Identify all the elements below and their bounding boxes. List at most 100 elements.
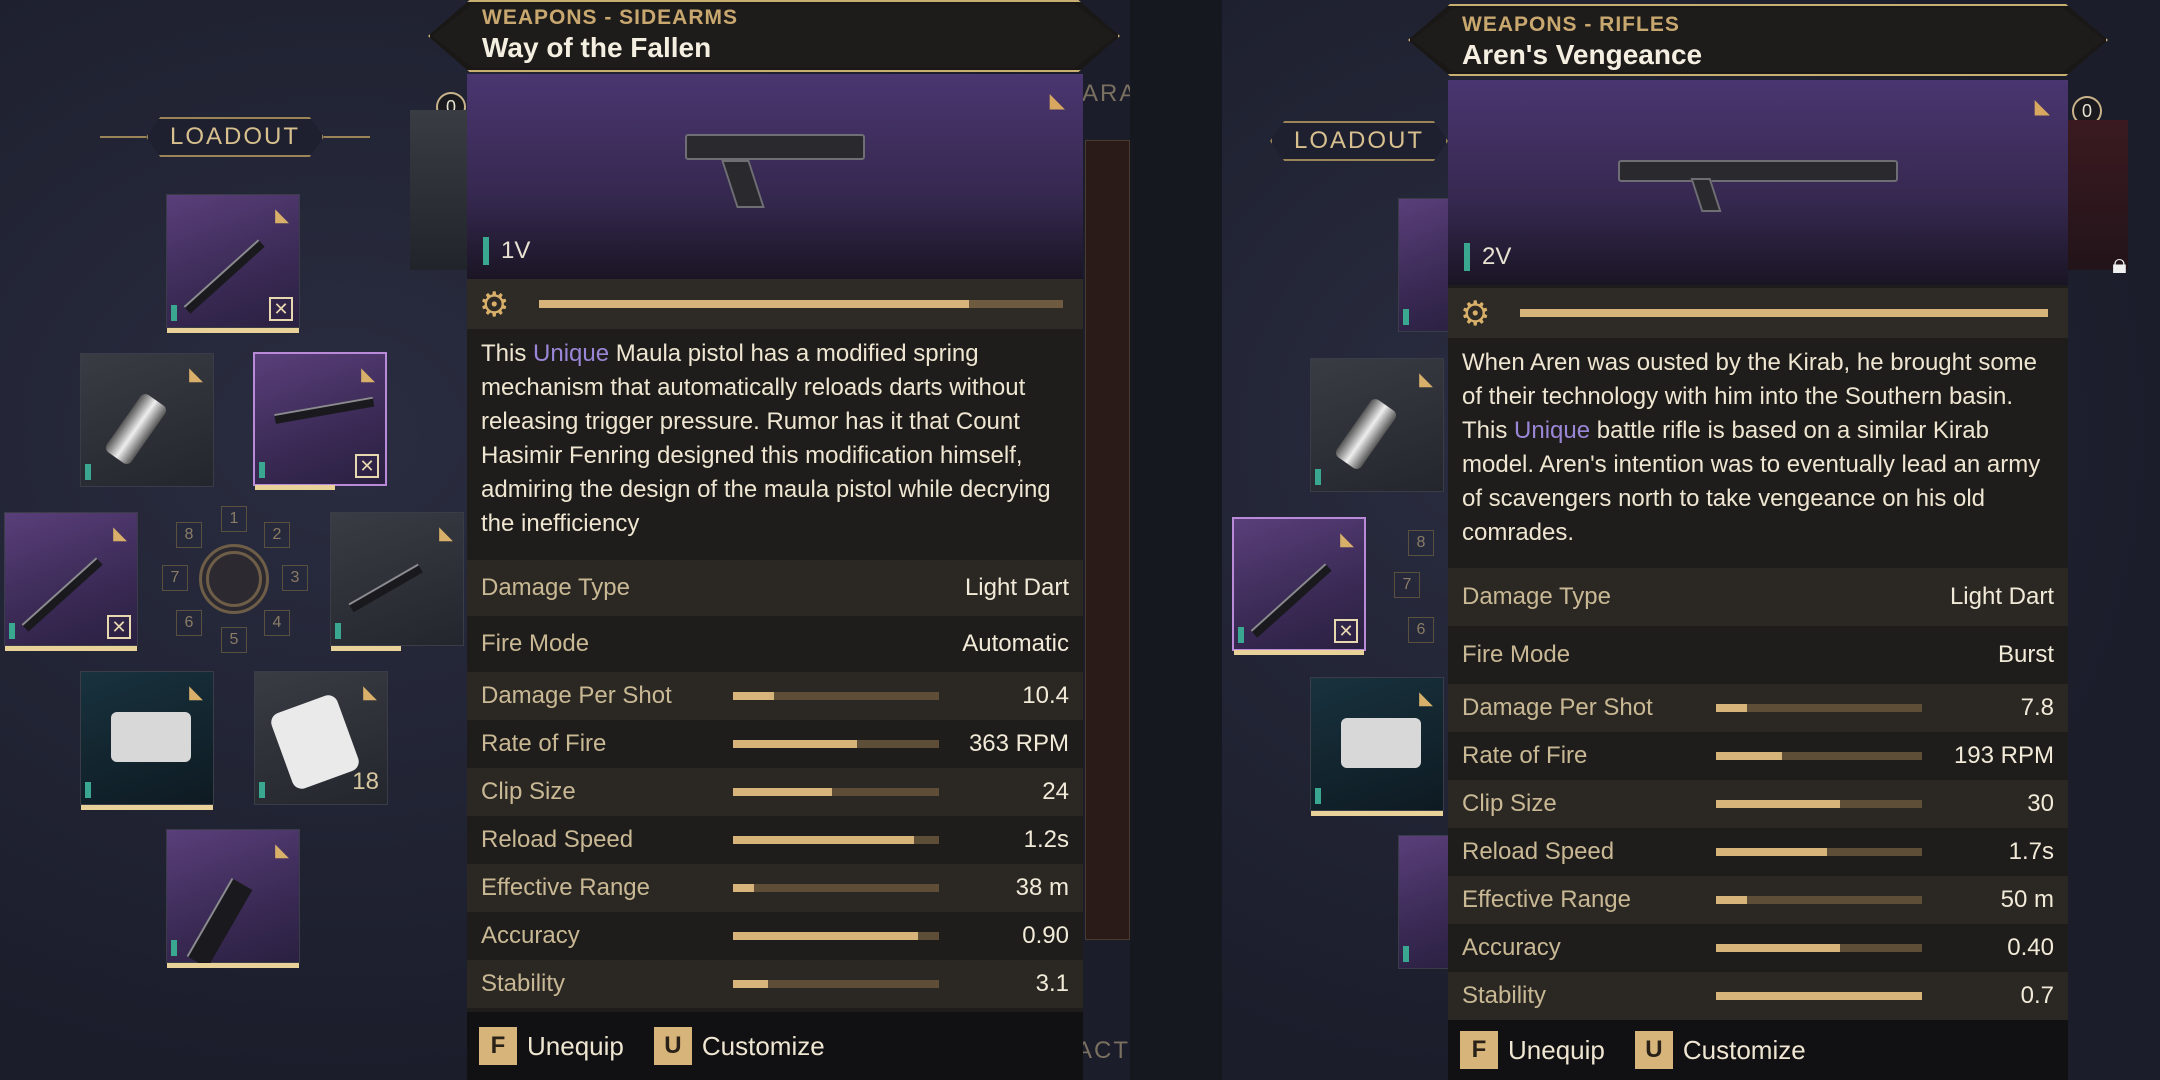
item-detail-panel: ◣ 2V ⚙ When Aren was ousted by the Kirab… <box>1448 80 2068 1080</box>
loadout-slot-gadget[interactable]: ◣ <box>1310 677 1444 816</box>
rarity-marker <box>1403 946 1409 962</box>
stat-label: Accuracy <box>481 922 580 949</box>
item-name: Aren's Vengeance <box>1462 39 1703 70</box>
bandage-icon <box>268 692 362 792</box>
stat-value: Light Dart <box>964 574 1069 601</box>
rarity-marker <box>9 623 15 639</box>
loadout-slot-utility[interactable]: ◣ <box>80 353 214 487</box>
stat-value: 7.8 <box>2020 694 2054 721</box>
stat-label: Damage Type <box>481 574 630 601</box>
loadout-title: LOADOUT <box>1270 121 1449 161</box>
unequip-button[interactable]: Unequip <box>1508 1035 1605 1066</box>
stat-bar-fill <box>1716 944 1840 952</box>
loadout-slot-gadget[interactable]: ◣ <box>80 671 214 810</box>
slot-underline <box>1311 811 1443 816</box>
wheel-slot-6[interactable]: 6 <box>1408 617 1434 643</box>
loadout-slot-secondary[interactable]: ◣ ✕ <box>1232 517 1366 655</box>
unique-label: Unique <box>533 340 610 367</box>
background-tab-label: ARA <box>1082 80 1130 107</box>
rifle-icon <box>183 239 265 314</box>
loadout-slot-utility[interactable]: ◣ <box>1310 358 1444 492</box>
stat-label: Clip Size <box>1462 790 1557 817</box>
sidearm-icon <box>274 396 375 424</box>
stat-row: Reload Speed 1.2s <box>467 816 1083 864</box>
favorite-icon: ◣ <box>1340 529 1354 549</box>
stat-row: Accuracy 0.40 <box>1448 924 2068 972</box>
wheel-slot-8[interactable]: 8 <box>1408 530 1434 556</box>
stat-label: Damage Type <box>1462 583 1611 610</box>
grip-shape <box>721 160 765 208</box>
stat-bar-fill <box>1716 800 1840 808</box>
stat-bar-fill <box>733 980 769 988</box>
stat-bar <box>1716 896 1922 904</box>
slot-underline <box>255 485 335 490</box>
wheel-slot-2[interactable]: 2 <box>264 522 290 548</box>
character-tab[interactable] <box>410 110 470 270</box>
favorite-icon: ◣ <box>275 205 289 225</box>
rarity-marker <box>1315 469 1321 485</box>
right-screen: LOADOUT 0 🔒︎ ◣ ◣ ✕ 8 7 6 ◣ WEAPONS - RIF… <box>1222 0 2160 1080</box>
favorite-icon[interactable]: ◣ <box>1050 88 1065 113</box>
stat-bar <box>733 884 939 892</box>
customize-key-icon[interactable]: U <box>1634 1031 1673 1069</box>
wheel-slot-4[interactable]: 4 <box>264 610 290 636</box>
lock-icon: 🔒︎ <box>2112 248 2127 279</box>
stat-value: 50 m <box>2000 886 2054 913</box>
action-bar: F Unequip U Customize <box>467 1012 1083 1080</box>
fire-mode-row: Fire Mode Burst <box>1448 626 2068 684</box>
stat-label: Clip Size <box>481 778 576 805</box>
favorite-icon: ◣ <box>361 364 375 384</box>
item-tier: 1V <box>483 237 530 265</box>
loadout-slot-secondary[interactable]: ◣ ✕ <box>4 512 138 651</box>
wheel-slot-5[interactable]: 5 <box>221 627 247 653</box>
wheel-slot-1[interactable]: 1 <box>221 506 247 532</box>
durability-bar <box>539 300 1063 308</box>
screen-divider <box>1130 0 1222 1080</box>
durability-bar <box>1520 309 2048 317</box>
wheel-slot-6[interactable]: 6 <box>176 610 202 636</box>
stat-row: Damage Per Shot 7.8 <box>1448 684 2068 732</box>
customize-button[interactable]: Customize <box>1683 1035 1806 1066</box>
favorite-icon: ◣ <box>189 682 203 702</box>
wheel-slot-7[interactable]: 7 <box>162 565 188 591</box>
equipped-mark-icon: ✕ <box>269 297 293 321</box>
damage-type-row: Damage Type Light Dart <box>1448 568 2068 626</box>
rarity-marker <box>171 940 177 956</box>
stat-bar-fill <box>1716 752 1782 760</box>
stat-bar <box>1716 704 1922 712</box>
loadout-slot-tool[interactable]: ◣ <box>330 512 464 651</box>
loadout-slot-primary[interactable]: ◣ ✕ <box>166 194 300 333</box>
stat-row: Reload Speed 1.7s <box>1448 828 2068 876</box>
unequip-key-icon[interactable]: F <box>479 1027 517 1065</box>
stat-bar-fill <box>1716 704 1747 712</box>
customize-key-icon[interactable]: U <box>653 1027 692 1065</box>
background-character-panel <box>1085 140 1130 940</box>
stat-label: Rate of Fire <box>481 730 607 757</box>
customize-button[interactable]: Customize <box>702 1031 825 1062</box>
stat-value: 0.40 <box>2007 934 2054 961</box>
favorite-icon: ◣ <box>1419 688 1433 708</box>
favorite-icon: ◣ <box>363 682 377 702</box>
stat-value: 0.90 <box>1022 922 1069 949</box>
damage-type-row: Damage Type Light Dart <box>467 560 1083 616</box>
stat-label: Fire Mode <box>481 630 590 657</box>
gadget-icon <box>1341 718 1421 768</box>
wheel-slot-3[interactable]: 3 <box>282 565 308 591</box>
unequip-key-icon[interactable]: F <box>1460 1031 1498 1069</box>
slot-underline <box>1234 650 1364 655</box>
wheel-slot-8[interactable]: 8 <box>176 522 202 548</box>
favorite-icon[interactable]: ◣ <box>2035 94 2050 119</box>
canister-icon <box>103 391 169 467</box>
equipped-mark-icon: ✕ <box>355 454 379 478</box>
loadout-slot-sidearm[interactable]: ◣ ✕ <box>253 352 387 490</box>
stat-row: Effective Range 38 m <box>467 864 1083 912</box>
hotbar-wheel-icon[interactable] <box>199 544 269 614</box>
loadout-slot-melee[interactable]: ◣ <box>166 829 300 968</box>
stat-row: Accuracy 0.90 <box>467 912 1083 960</box>
unequip-button[interactable]: Unequip <box>527 1031 624 1062</box>
wheel-slot-7[interactable]: 7 <box>1394 572 1420 598</box>
loadout-slot-consumable[interactable]: ◣ 18 <box>254 671 388 805</box>
rarity-marker <box>1403 309 1409 325</box>
stat-bar-fill <box>733 788 832 796</box>
stat-label: Fire Mode <box>1462 641 1571 668</box>
